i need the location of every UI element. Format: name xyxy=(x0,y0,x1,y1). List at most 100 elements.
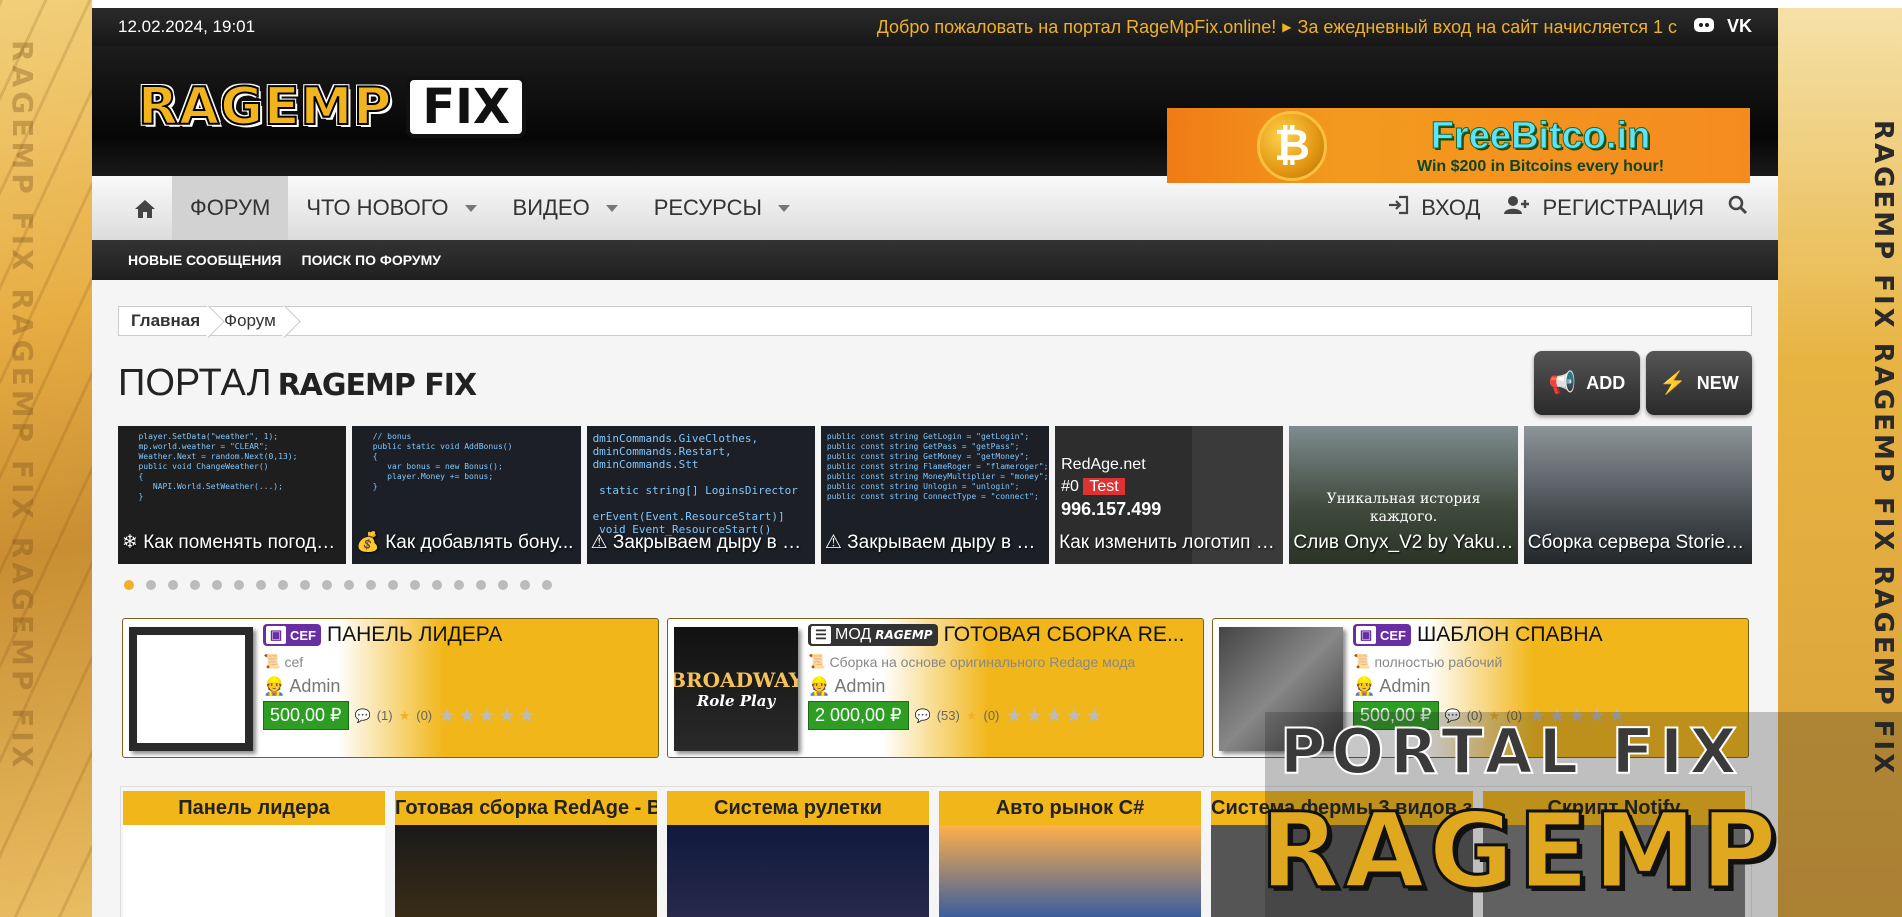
slide-caption: ⚠ Закрываем дыру в ад... xyxy=(590,532,815,553)
slider-dot[interactable] xyxy=(146,580,156,590)
slider-dot[interactable] xyxy=(388,580,398,590)
breadcrumb-forum[interactable]: Форум xyxy=(212,307,288,335)
slider-dot[interactable] xyxy=(432,580,442,590)
vk-icon[interactable]: VK xyxy=(1727,16,1752,39)
login-link[interactable]: ВХОД xyxy=(1375,176,1492,240)
slider-dot[interactable] xyxy=(344,580,354,590)
grid-card[interactable]: Готовая сборка RedAge - Broadway xyxy=(395,791,657,917)
grid-card[interactable]: Панель лидера xyxy=(123,791,385,917)
main-nav: ФОРУМ ЧТО НОВОГО ВИДЕО РЕСУРСЫ ВХОД РЕГИ… xyxy=(92,176,1778,240)
slider-dot[interactable] xyxy=(168,580,178,590)
new-posts-link[interactable]: НОВЫЕ СООБЩЕНИЯ xyxy=(128,252,282,268)
slider-dot[interactable] xyxy=(454,580,464,590)
slider-dot[interactable] xyxy=(520,580,530,590)
slider-dot[interactable] xyxy=(256,580,266,590)
resource-info: ☰ МОД RAGEMP ГОТОВАЯ СБОРКА RE... 📜 Сборка … xyxy=(798,619,1203,757)
ad-banner[interactable]: ₿ FreeBitco.in Win $200 in Bitcoins ever… xyxy=(1167,108,1750,183)
bitcoin-icon: ₿ xyxy=(1257,110,1327,181)
discord-icon[interactable] xyxy=(1693,16,1715,39)
slider-dot[interactable] xyxy=(234,580,244,590)
nav-forum[interactable]: ФОРУМ xyxy=(172,176,289,240)
slide[interactable]: dminCommands.GiveClothes, dminCommands.R… xyxy=(586,426,815,564)
chevron-down-icon xyxy=(777,204,790,212)
slider-dot[interactable] xyxy=(190,580,200,590)
resource-title[interactable]: ▣ CEF ПАНЕЛЬ ЛИДЕРА xyxy=(263,623,658,647)
watermark-ragemp: RAGEMP xyxy=(1259,789,1781,914)
featured-card[interactable]: ▣ CEF ПАНЕЛЬ ЛИДЕРА 📜 cef 👷 Admin 500,00 ₽ … xyxy=(122,618,659,758)
add-button[interactable]: 📢 ADD xyxy=(1534,351,1640,415)
resource-title-text: ПАНЕЛЬ ЛИДЕРА xyxy=(327,623,503,646)
rating-stars[interactable]: ★★★★★ xyxy=(438,703,538,728)
grid-card-title: Готовая сборка RedAge - Broadway xyxy=(395,791,657,825)
slider-dot[interactable] xyxy=(542,580,552,590)
nav-account: ВХОД РЕГИСТРАЦИЯ xyxy=(1375,176,1778,240)
slider-dot[interactable] xyxy=(212,580,222,590)
slider-dot[interactable] xyxy=(498,580,508,590)
slider-dot[interactable] xyxy=(278,580,288,590)
grid-card[interactable]: Система рулетки xyxy=(667,791,929,917)
nav-whats-new-label: ЧТО НОВОГО xyxy=(306,195,449,220)
rating-count: (0) xyxy=(416,708,433,723)
slider-dot[interactable] xyxy=(124,580,134,590)
server-icon: ☰ xyxy=(811,626,831,644)
page-title-prefix: ПОРТАЛ xyxy=(118,361,272,404)
slider-dot[interactable] xyxy=(366,580,376,590)
banner-text: FreeBitco.in Win $200 in Bitcoins every … xyxy=(1417,115,1664,176)
resource-title-text: ШАБЛОН СПАВНА xyxy=(1417,623,1603,646)
resource-title[interactable]: ☰ МОД RAGEMP ГОТОВАЯ СБОРКА RE... xyxy=(808,623,1203,647)
slide-caption: Слив Onyx_V2 by Yakuza:... xyxy=(1293,532,1518,553)
nav-home[interactable] xyxy=(116,176,172,240)
cef-tag: ▣ CEF xyxy=(1353,624,1411,646)
slider-dot[interactable] xyxy=(300,580,310,590)
resource-author[interactable]: 👷 Admin xyxy=(263,676,658,697)
chevron-down-icon xyxy=(605,204,618,212)
price-badge[interactable]: 2 000,00 ₽ xyxy=(808,701,909,730)
home-icon xyxy=(134,199,155,218)
slide-caption: ⚠ Закрываем дыру в ад... xyxy=(824,532,1050,553)
resource-author[interactable]: 👷 Admin xyxy=(1353,676,1748,697)
slide5-phone: 996.157.499 xyxy=(1061,499,1162,519)
featured-slider: player.SetData("weather", 1); mp.world.w… xyxy=(118,426,1752,564)
site-logo[interactable]: RAGEMP FIX xyxy=(132,76,527,138)
chevron-down-icon xyxy=(464,204,477,212)
slide[interactable]: // bonus public static void AddBonus() {… xyxy=(352,426,581,564)
grid-card-image xyxy=(939,825,1201,917)
news-ticker[interactable]: Добро пожаловать на портал RageMpFix.onl… xyxy=(877,17,1677,38)
rating-count: (0) xyxy=(983,708,1000,723)
resource-author[interactable]: 👷 Admin xyxy=(808,676,1203,697)
nav-video[interactable]: ВИДЕО xyxy=(495,176,636,240)
register-label: РЕГИСТРАЦИЯ xyxy=(1542,195,1704,220)
thumb-line1: BROADWAY xyxy=(674,668,798,692)
slide[interactable]: public const string GetLogin = "getLogin… xyxy=(820,426,1050,564)
window-icon: ▣ xyxy=(266,626,286,644)
search-forum-link[interactable]: ПОИСК ПО ФОРУМУ xyxy=(302,252,441,268)
background-side-text-left: RAGEMP FIX RAGEMP FIX RAGEMP FIX xyxy=(6,40,39,772)
slider-dot[interactable] xyxy=(410,580,420,590)
scroll-icon: 📜 xyxy=(808,653,826,669)
rating-stars[interactable]: ★★★★★ xyxy=(1005,703,1105,728)
bolt-icon: ⚡ xyxy=(1659,370,1687,395)
resource-title[interactable]: ▣ CEF ШАБЛОН СПАВНА xyxy=(1353,623,1748,647)
slider-dot[interactable] xyxy=(476,580,486,590)
new-button[interactable]: ⚡ NEW xyxy=(1646,351,1752,415)
resource-info: ▣ CEF ПАНЕЛЬ ЛИДЕРА 📜 cef 👷 Admin 500,00 ₽ … xyxy=(253,619,658,757)
grid-card-title: Авто рынок C# xyxy=(939,791,1201,825)
site-header: RAGEMP FIX ₿ FreeBitco.in Win $200 in Bi… xyxy=(92,46,1778,183)
slide[interactable]: RedAge.net #0 Test 996.157.499 Как измен… xyxy=(1055,426,1284,564)
nav-resources[interactable]: РЕСУРСЫ xyxy=(636,176,808,240)
comment-icon: 💬 xyxy=(354,707,371,723)
grid-card[interactable]: Авто рынок C# xyxy=(939,791,1201,917)
breadcrumb-home[interactable]: Главная xyxy=(119,307,212,335)
slider-dot[interactable] xyxy=(322,580,332,590)
slide[interactable]: Сборка сервера Storiesss xyxy=(1523,426,1752,564)
slide[interactable]: Уникальная история каждого. Слив Onyx_V2… xyxy=(1289,426,1518,564)
featured-card[interactable]: BROADWAY Role Play ☰ МОД RAGEMP ГОТОВАЯ СБ… xyxy=(667,618,1204,758)
nav-whats-new[interactable]: ЧТО НОВОГО xyxy=(288,176,494,240)
star-icon: ★ xyxy=(965,707,978,723)
search-button[interactable] xyxy=(1716,176,1760,240)
price-badge[interactable]: 500,00 ₽ xyxy=(263,701,349,730)
slide[interactable]: player.SetData("weather", 1); mp.world.w… xyxy=(118,426,347,564)
resource-subtitle: 📜 полностью рабочий xyxy=(1353,653,1503,670)
register-link[interactable]: РЕГИСТРАЦИЯ xyxy=(1492,176,1716,240)
topbar: 12.02.2024, 19:01 Добро пожаловать на по… xyxy=(92,8,1778,46)
